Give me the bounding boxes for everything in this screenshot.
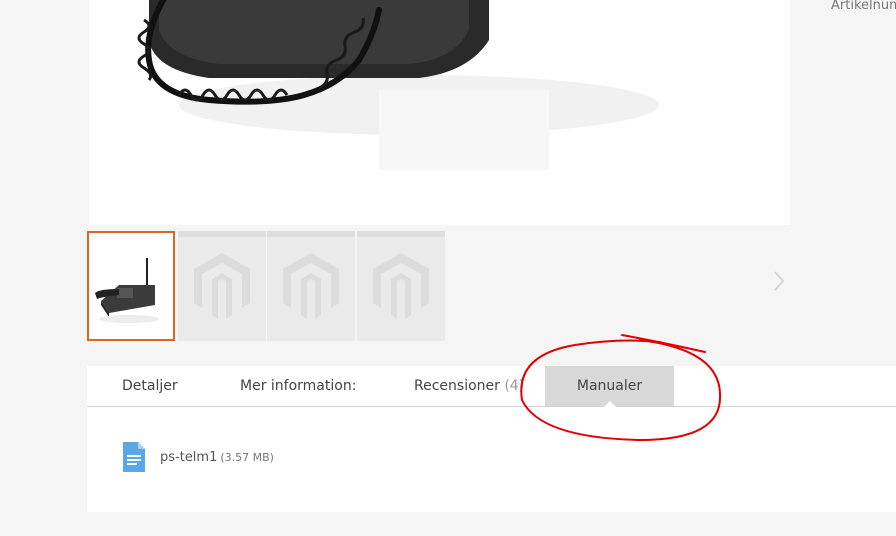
tab-label: Detaljer	[122, 378, 178, 394]
document-icon	[123, 442, 145, 472]
thumbnail-placeholder[interactable]	[357, 231, 445, 341]
product-info-tabs: Detaljer Mer information: Recensioner (4…	[87, 366, 896, 407]
tab-detaljer[interactable]: Detaljer	[122, 366, 178, 406]
tab-label: Manualer	[576, 378, 643, 394]
manual-file-link[interactable]: ps-telm1 (3.57 MB)	[121, 441, 274, 473]
review-count: (4)	[504, 378, 525, 394]
tab-label: Recensioner	[414, 378, 500, 394]
tab-recensioner[interactable]: Recensioner (4)	[414, 366, 524, 406]
manuals-panel: ps-telm1 (3.57 MB)	[87, 407, 896, 512]
magento-logo-icon	[194, 253, 250, 319]
thumbnail-placeholder[interactable]	[267, 231, 355, 341]
thumbnail-placeholder[interactable]	[178, 231, 266, 341]
sku-label: Artikelnum	[831, 0, 896, 13]
magento-logo-icon	[283, 253, 339, 319]
manual-file-size: (3.57 MB)	[220, 450, 274, 464]
main-product-image[interactable]	[89, 0, 790, 225]
chevron-right-icon[interactable]	[772, 270, 786, 292]
manual-file-name: ps-telm1	[160, 449, 218, 465]
desk-phone-thumbnail-image	[89, 233, 173, 339]
magento-logo-icon	[373, 253, 429, 319]
tab-manualer[interactable]: Manualer	[545, 366, 674, 407]
tab-label: Mer information:	[240, 378, 357, 394]
thumbnail-product-phone[interactable]	[87, 231, 175, 341]
tab-mer-information[interactable]: Mer information:	[240, 366, 356, 406]
